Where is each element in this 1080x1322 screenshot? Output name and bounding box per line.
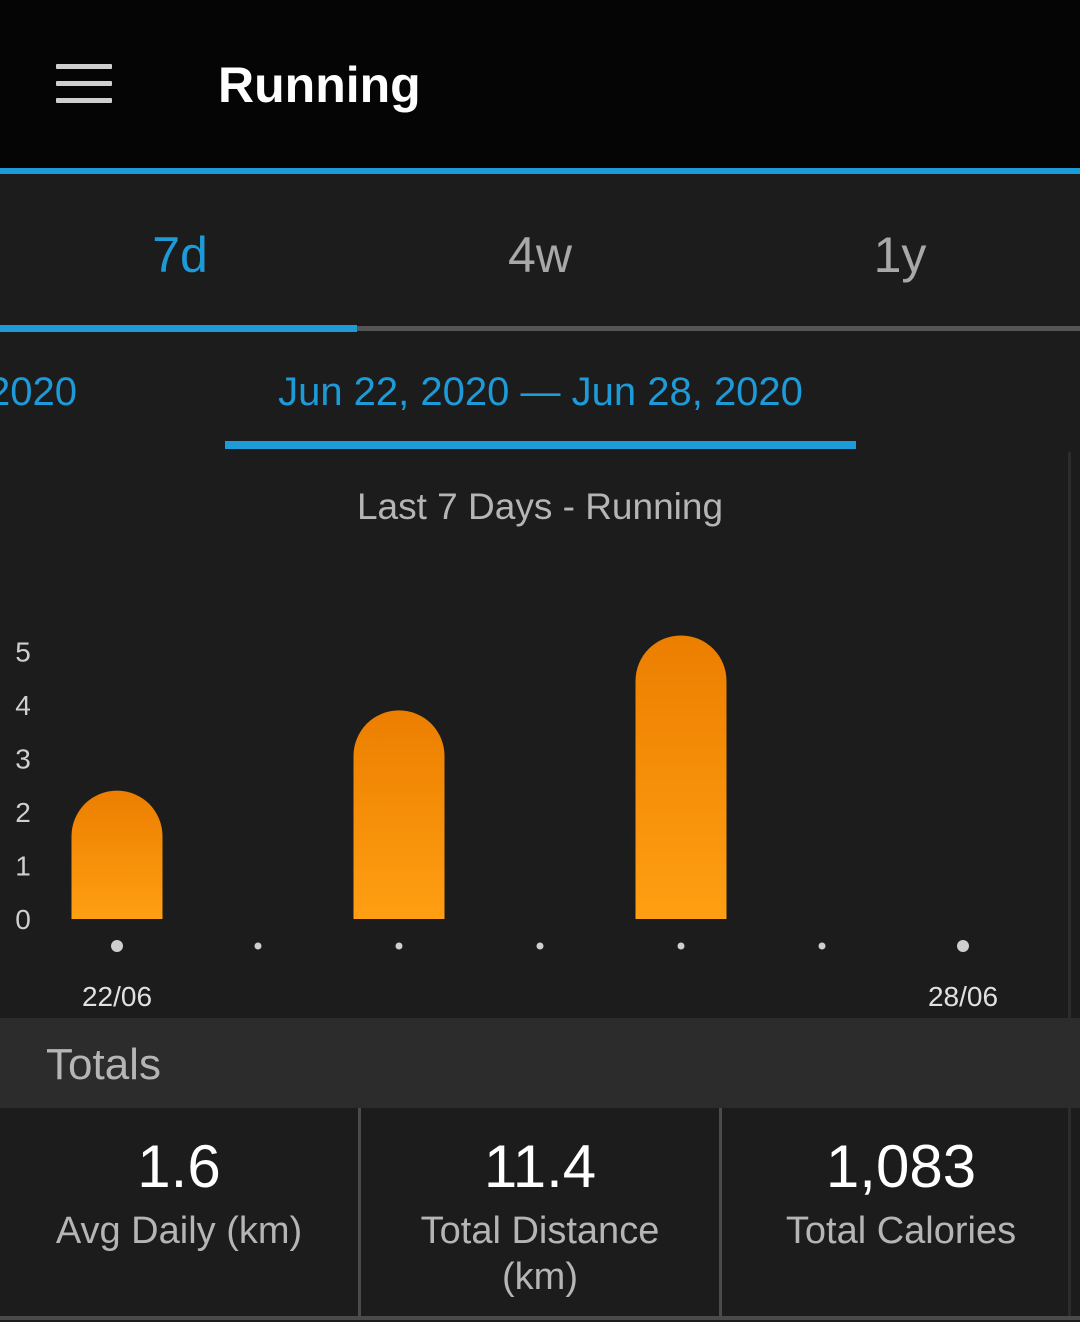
stat-value: 1,083 (825, 1133, 977, 1200)
y-tick-label: 3 (15, 744, 31, 775)
x-tick-dot (957, 940, 969, 952)
x-tick-label: 22/06 (82, 981, 152, 1010)
stat-label: Total Distance (km) (420, 1210, 660, 1298)
stat-value: 11.4 (483, 1133, 597, 1200)
tab-active-indicator (0, 325, 357, 332)
stats-bottom-border (0, 1316, 1080, 1320)
bar-22-06[interactable] (71, 790, 163, 919)
y-tick-label: 0 (15, 904, 31, 935)
y-tick-label: 2 (15, 797, 31, 828)
date-range-underline (225, 441, 856, 449)
tab-1y[interactable]: 1y (720, 226, 1080, 284)
y-tick-label: 5 (15, 637, 31, 668)
totals-stats: 1.6 Avg Daily (km) 11.4 Total Distance (… (0, 1108, 1080, 1322)
hamburger-menu-icon[interactable] (56, 64, 112, 104)
stat-label: Avg Daily (km) (55, 1210, 303, 1252)
stat-label: Total Calories (785, 1210, 1017, 1252)
bar-24-06[interactable] (353, 710, 445, 919)
current-date-range[interactable]: Jun 22, 2020 — Jun 28, 2020 (225, 370, 856, 415)
period-tabs: 7d 4w 1y (0, 174, 1080, 332)
app-bar: Running (0, 0, 1080, 168)
x-tick-label: 28/06 (928, 981, 998, 1010)
x-tick-dot (677, 942, 685, 950)
date-range-selector[interactable]: 2020 Jun 22, 2020 — Jun 28, 2020 (0, 332, 1080, 452)
stat-avg-daily[interactable]: 1.6 Avg Daily (km) (0, 1108, 358, 1316)
x-tick-dot (818, 942, 826, 950)
stat-total-distance[interactable]: 11.4 Total Distance (km) (361, 1108, 719, 1316)
totals-header: Totals (0, 1018, 1080, 1108)
stat-total-calories[interactable]: 1,083 Total Calories (722, 1108, 1080, 1316)
tab-4w[interactable]: 4w (360, 226, 720, 284)
tab-7d[interactable]: 7d (0, 226, 360, 284)
bar-26-06[interactable] (635, 635, 727, 919)
chart-title: Last 7 Days - Running (356, 486, 724, 527)
running-bar-chart: 0 1 2 3 4 5 22/06 28/06 (15, 635, 998, 1010)
totals-label: Totals (46, 1040, 161, 1089)
previous-date-range[interactable]: 2020 (0, 370, 77, 415)
page-title: Running (218, 57, 421, 113)
stat-value: 1.6 (137, 1133, 221, 1200)
x-tick-dot (395, 942, 403, 950)
x-tick-dot (111, 940, 123, 952)
y-tick-label: 4 (15, 690, 31, 721)
y-tick-label: 1 (15, 851, 31, 882)
x-tick-dot (254, 942, 262, 950)
x-tick-dot (536, 942, 544, 950)
